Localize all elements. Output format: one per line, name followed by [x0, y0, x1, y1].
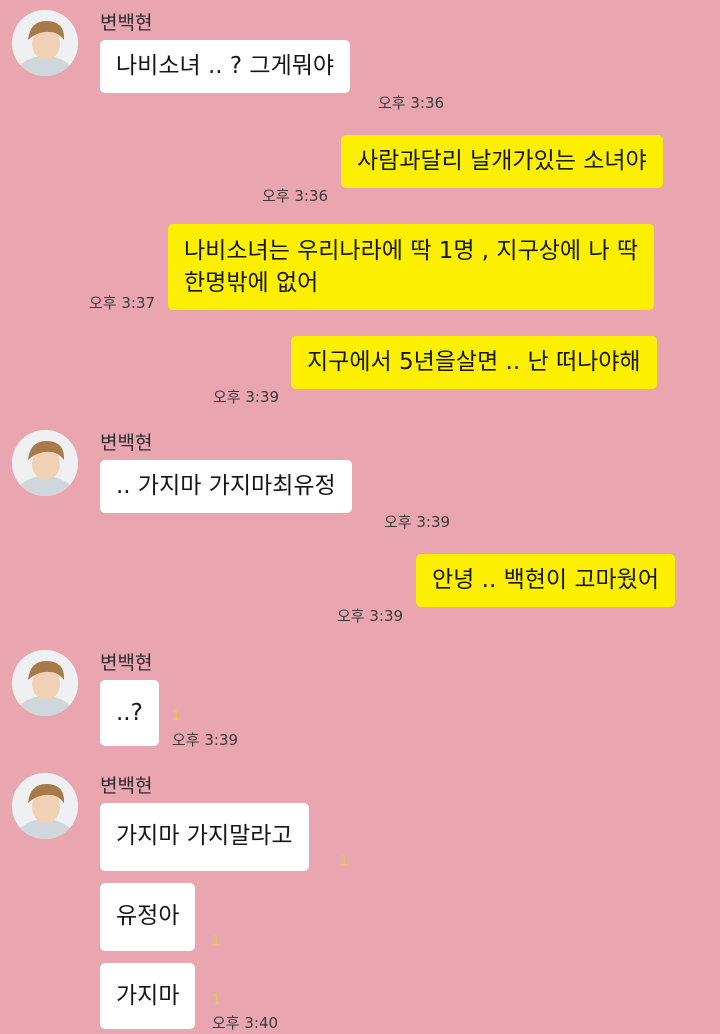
profile-avatar[interactable]: [12, 650, 78, 716]
message-bubble-incoming[interactable]: ..?: [100, 680, 159, 746]
message-time: 오후 3:36: [262, 187, 329, 205]
message-time: 오후 3:39: [213, 388, 280, 406]
message-line: 나비소녀는 우리나라에 딱 1명 , 지구상에 나 딱: [184, 238, 639, 264]
chat-room: 변백현 나비소녀 .. ? 그게뭐야 오후 3:36 사람과달리 날개가있는 소…: [0, 0, 720, 1034]
message-bubble-incoming[interactable]: .. 가지마 가지마최유정: [100, 460, 352, 513]
message-bubble-incoming[interactable]: 유정아: [100, 883, 196, 951]
message-time: 오후 3:36: [378, 94, 445, 112]
message-time: 오후 3:37: [89, 294, 156, 312]
message-line: 한명밖에 없어: [184, 270, 319, 296]
message-time: 오후 3:39: [337, 607, 404, 625]
unread-count: 1: [340, 854, 349, 869]
message-bubble-outgoing[interactable]: 나비소녀는 우리나라에 딱 1명 , 지구상에 나 딱 한명밖에 없어: [168, 224, 655, 310]
message-bubble-incoming[interactable]: 가지마: [100, 963, 196, 1029]
message-time: 오후 3:39: [384, 513, 451, 531]
profile-avatar[interactable]: [12, 773, 78, 839]
message-bubble-outgoing[interactable]: 지구에서 5년을살면 .. 난 떠나야해: [291, 336, 657, 389]
message-bubble-incoming[interactable]: 나비소녀 .. ? 그게뭐야: [100, 40, 351, 93]
unread-count: 1: [212, 934, 221, 949]
sender-name: 변백현: [100, 12, 153, 34]
unread-count: 1: [212, 993, 221, 1008]
message-time: 오후 3:40: [212, 1014, 279, 1032]
message-bubble-incoming[interactable]: 가지마 가지말라고: [100, 803, 309, 871]
sender-name: 변백현: [100, 432, 153, 454]
message-time: 오후 3:39: [172, 731, 239, 749]
sender-name: 변백현: [100, 775, 153, 797]
sender-name: 변백현: [100, 652, 153, 674]
profile-avatar[interactable]: [12, 430, 78, 496]
message-bubble-outgoing[interactable]: 안녕 .. 백현이 고마웠어: [416, 554, 675, 607]
profile-avatar[interactable]: [12, 10, 78, 76]
message-bubble-outgoing[interactable]: 사람과달리 날개가있는 소녀야: [341, 135, 663, 188]
unread-count: 1: [172, 709, 181, 724]
